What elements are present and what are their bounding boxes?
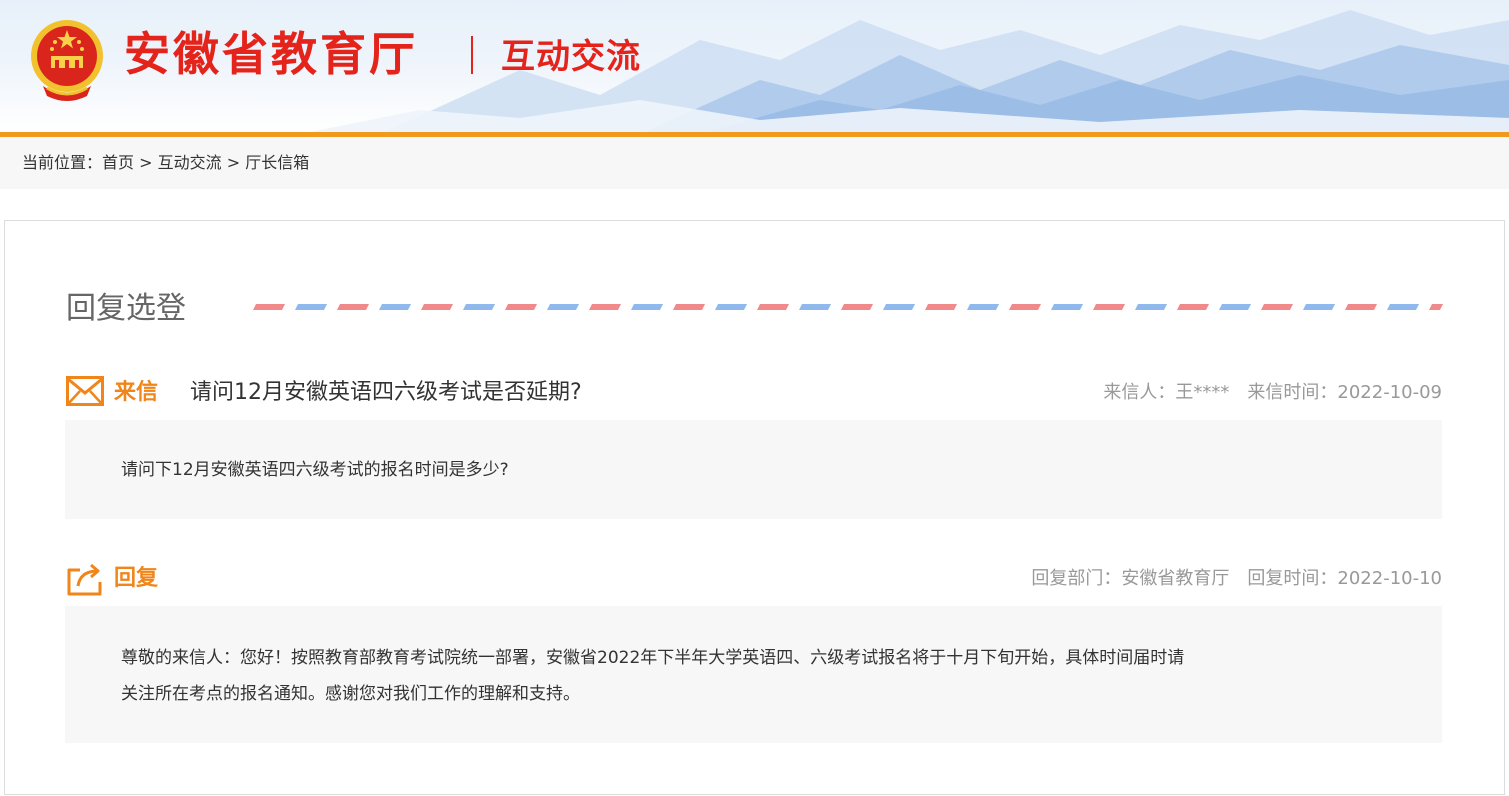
- airmail-stripe: [967, 304, 999, 310]
- breadcrumb-interaction-link[interactable]: 互动交流: [158, 153, 222, 172]
- airmail-stripe: [1219, 304, 1251, 310]
- section-title: 回复选登: [66, 291, 186, 326]
- sender-name: 王****: [1175, 382, 1230, 403]
- airmail-stripe: [1387, 304, 1419, 310]
- reply-label: 回复: [114, 566, 159, 591]
- airmail-stripe: [589, 304, 621, 310]
- letter-label: 来信: [114, 380, 159, 405]
- title-divider: [471, 36, 473, 74]
- airmail-stripe: [925, 304, 957, 310]
- breadcrumb-mailbox-link[interactable]: 厅长信箱: [245, 153, 309, 172]
- breadcrumb-home-link[interactable]: 首页: [102, 153, 134, 172]
- reply-dept: 安徽省教育厅: [1121, 568, 1230, 589]
- airmail-stripe: [715, 304, 747, 310]
- airmail-stripe: [1009, 304, 1041, 310]
- reply-dept-label: 回复部门：: [1031, 568, 1122, 589]
- airmail-stripe: [1261, 304, 1293, 310]
- airmail-stripe: [337, 304, 369, 310]
- airmail-stripe: [1303, 304, 1335, 310]
- airmail-stripe: [1177, 304, 1209, 310]
- airmail-stripe: [673, 304, 705, 310]
- airmail-stripe: [1345, 304, 1377, 310]
- airmail-stripe: [631, 304, 663, 310]
- header-banner: 安徽省教育厅 互动交流: [0, 0, 1509, 134]
- airmail-stripe: [1051, 304, 1083, 310]
- letter-time-label: 来信时间：: [1247, 382, 1338, 403]
- sender-label: 来信人：: [1103, 382, 1176, 403]
- reply-body-line: 关注所在考点的报名通知。感谢您对我们工作的理解和支持。: [121, 684, 580, 704]
- site-name[interactable]: 安徽省教育厅: [124, 24, 418, 84]
- airmail-stripe: [253, 304, 285, 310]
- airmail-stripe: [757, 304, 789, 310]
- breadcrumb: 当前位置：首页 > 互动交流 > 厅长信箱: [22, 153, 309, 173]
- letter-meta: 来信人：王**** 来信时间：2022-10-09: [1103, 381, 1442, 405]
- letter-time: 2022-10-09: [1337, 382, 1442, 403]
- section-name[interactable]: 互动交流: [501, 36, 641, 78]
- airmail-stripe: [463, 304, 495, 310]
- airmail-stripe: [505, 304, 537, 310]
- airmail-stripe: [841, 304, 873, 310]
- share-reply-icon: [67, 563, 102, 596]
- airmail-stripe: [1135, 304, 1167, 310]
- airmail-divider: [253, 304, 1443, 310]
- airmail-stripe: [547, 304, 579, 310]
- reply-body: 尊敬的来信人：您好！按照教育部教育考试院统一部署，安徽省2022年下半年大学英语…: [121, 640, 1184, 712]
- national-emblem-icon: [31, 20, 103, 101]
- reply-meta: 回复部门：安徽省教育厅 回复时间：2022-10-10: [1031, 567, 1442, 591]
- airmail-stripe: [1429, 304, 1443, 310]
- breadcrumb-prefix: 当前位置：: [22, 153, 103, 172]
- reply-body-line: 尊敬的来信人：您好！按照教育部教育考试院统一部署，安徽省2022年下半年大学英语…: [121, 648, 1185, 668]
- envelope-icon: [66, 376, 104, 406]
- airmail-stripe: [379, 304, 411, 310]
- reply-time-label: 回复时间：: [1247, 568, 1338, 589]
- reply-time: 2022-10-10: [1337, 568, 1442, 589]
- airmail-stripe: [295, 304, 327, 310]
- airmail-stripe: [883, 304, 915, 310]
- airmail-stripe: [799, 304, 831, 310]
- airmail-stripe: [421, 304, 453, 310]
- letter-body: 请问下12月安徽英语四六级考试的报名时间是多少?: [121, 460, 509, 480]
- breadcrumb-separator: >: [221, 153, 246, 172]
- letter-subject: 请问12月安徽英语四六级考试是否延期?: [190, 380, 582, 405]
- airmail-stripe: [1093, 304, 1125, 310]
- breadcrumb-separator: >: [134, 153, 158, 172]
